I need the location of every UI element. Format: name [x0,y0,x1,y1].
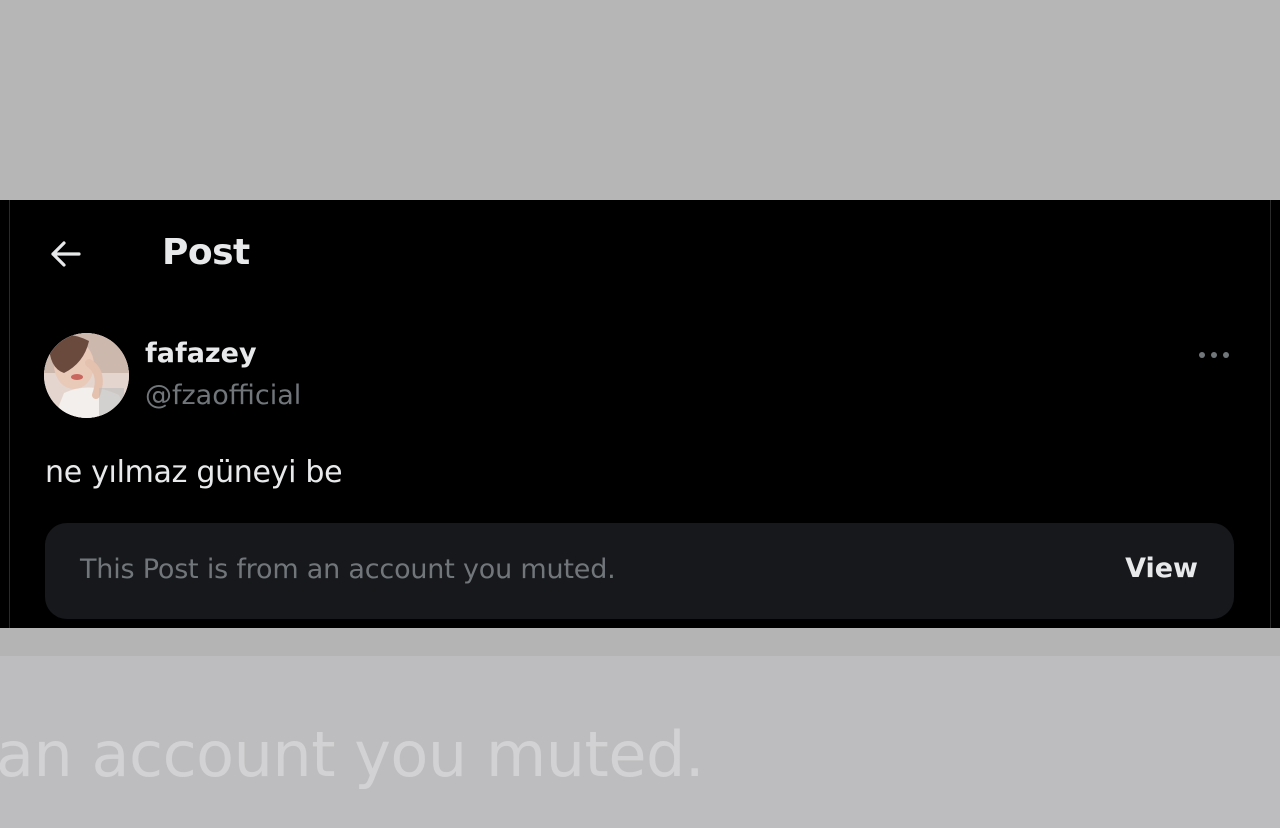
avatar[interactable] [44,333,129,418]
muted-account-notice: This Post is from an account you muted. … [45,523,1234,619]
user-handle[interactable]: @fzaofficial [145,380,301,411]
muted-notice-message: This Post is from an account you muted. [80,554,616,585]
right-column-border [1270,200,1271,628]
page-title: Post [162,232,250,273]
zoomed-muted-text: an account you muted. [0,718,705,791]
top-frame-band [0,0,1280,200]
back-button[interactable] [40,230,92,282]
left-column-border [9,200,10,628]
zoomed-caption-band: an account you muted. [0,656,1280,828]
display-name[interactable]: fafazey [145,338,257,369]
more-options-button[interactable] [1192,338,1236,372]
post-screen: Post fafazey @fzaofficial ne yılmaz güne… [0,200,1280,628]
frame-divider [0,628,1280,656]
post-text: ne yılmaz güneyi be [45,455,343,490]
view-button[interactable]: View [1125,553,1198,584]
arrow-left-icon [49,239,83,274]
more-horizontal-icon [1197,346,1231,364]
